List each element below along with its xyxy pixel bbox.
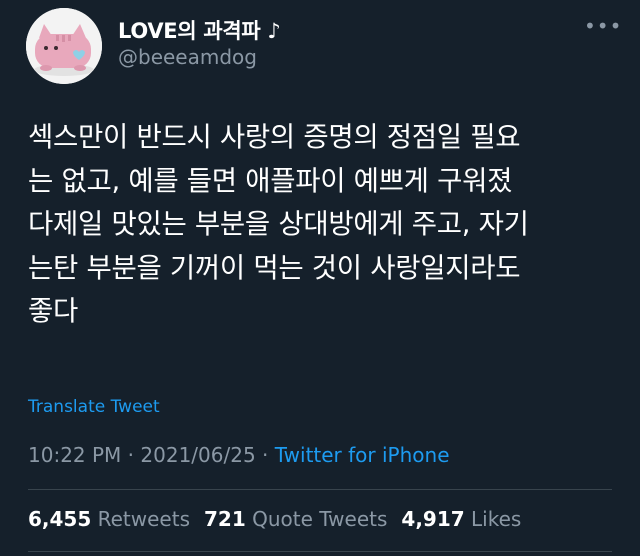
likes-stat[interactable]: 4,917 Likes	[401, 507, 521, 531]
quote-tweets-label: Quote Tweets	[252, 507, 388, 531]
user-handle[interactable]: @beeeamdog	[118, 45, 257, 69]
tweet-source-link[interactable]: Twitter for iPhone	[275, 443, 450, 467]
meta-separator: ·	[255, 443, 275, 467]
avatar[interactable]	[26, 8, 102, 84]
retweets-label: Retweets	[97, 507, 190, 531]
likes-count: 4,917	[401, 507, 465, 531]
retweets-stat[interactable]: 6,455 Retweets	[28, 507, 190, 531]
tweet-stats: 6,455 Retweets 721 Quote Tweets 4,917 Like…	[28, 507, 521, 531]
display-name[interactable]: LOVE의 과격파 ♪	[118, 15, 281, 45]
quote-tweets-count: 721	[204, 507, 246, 531]
quote-tweets-stat[interactable]: 721 Quote Tweets	[204, 507, 387, 531]
retweets-count: 6,455	[28, 507, 92, 531]
tweet-text: 섹스만이 반드시 사랑의 증명의 정점일 필요 는 없고, 예를 들면 애플파이…	[28, 121, 529, 327]
tweet-time[interactable]: 10:22 PM	[28, 443, 121, 467]
likes-label: Likes	[471, 507, 522, 531]
tweet-metadata: 10:22 PM · 2021/06/25 · Twitter for iPho…	[28, 443, 450, 467]
translate-tweet-link[interactable]: Translate Tweet	[28, 397, 160, 417]
divider	[28, 489, 612, 490]
cat-plush-avatar-image	[26, 8, 102, 84]
divider	[28, 551, 612, 552]
tweet-date[interactable]: 2021/06/25	[140, 443, 255, 467]
more-icon[interactable]: •••	[584, 14, 622, 38]
meta-separator: ·	[121, 443, 141, 467]
